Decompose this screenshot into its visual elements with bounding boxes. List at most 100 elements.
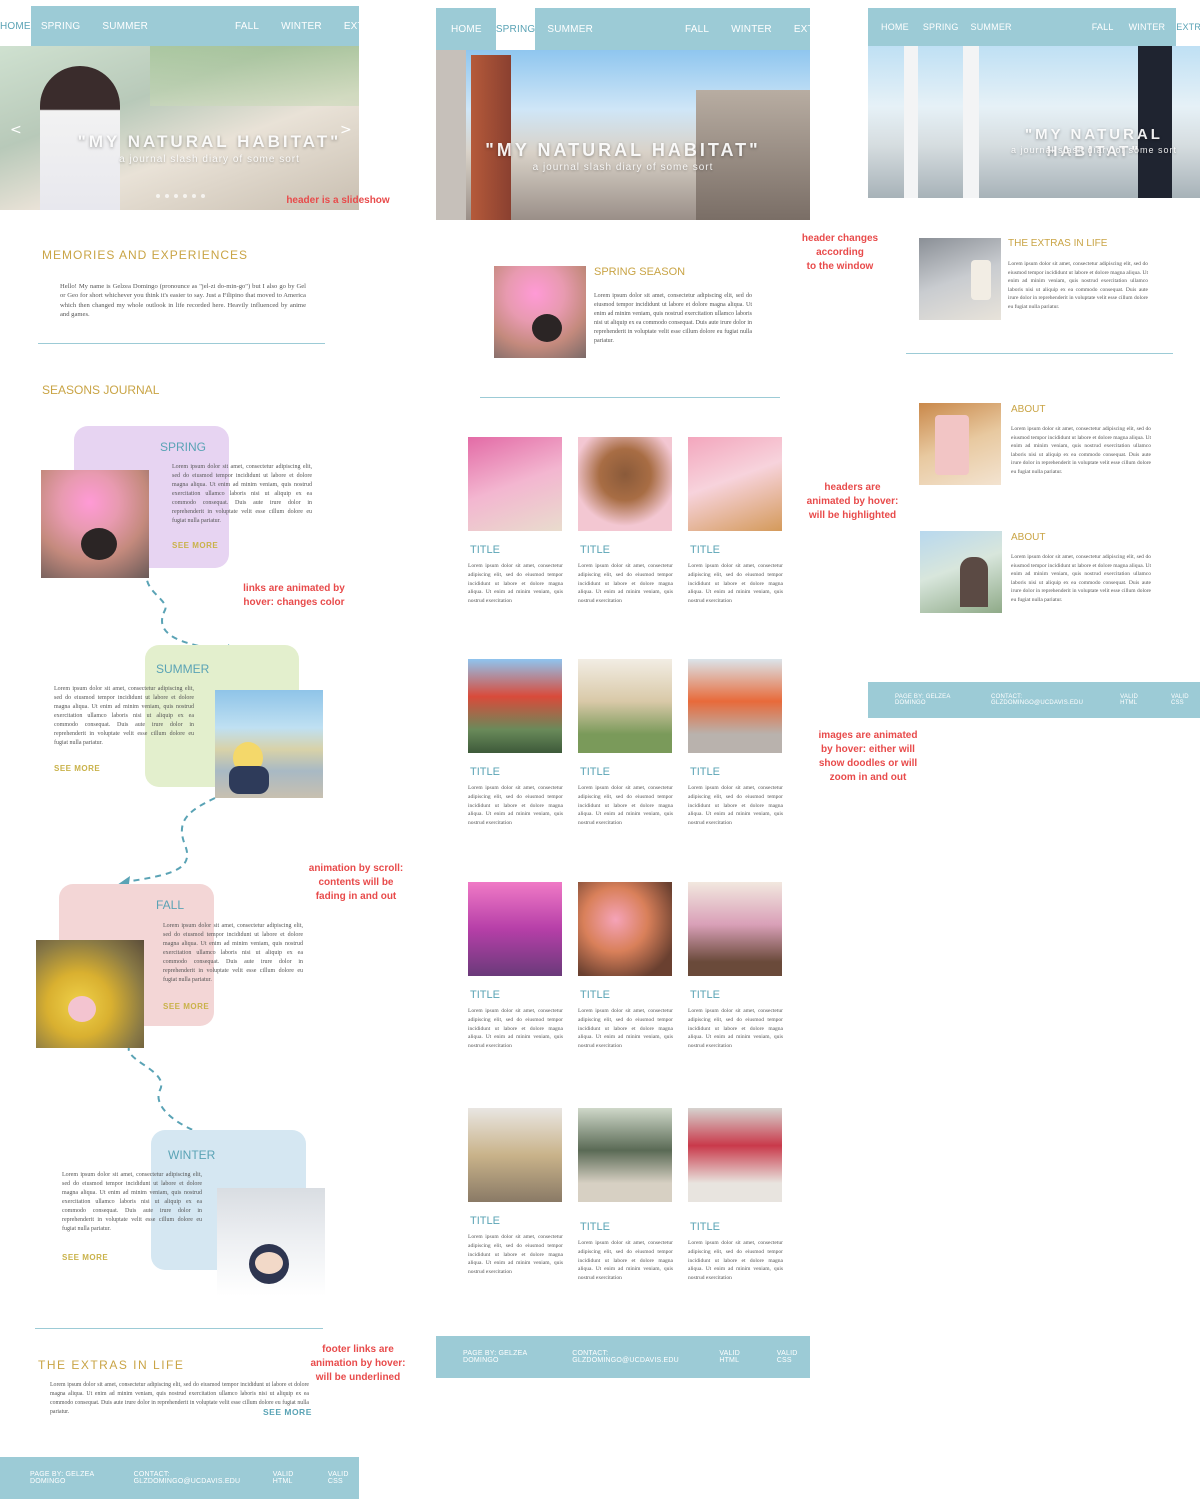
grid-photo[interactable] <box>468 882 562 976</box>
fall-card-title[interactable]: FALL <box>156 898 184 912</box>
summer-card-title[interactable]: SUMMER <box>156 662 209 676</box>
fall-photo[interactable] <box>36 940 144 1048</box>
hero-subtitle: a journal slash diary of some sort <box>532 162 714 173</box>
grid-title[interactable]: TITLE <box>470 544 500 556</box>
grid-title[interactable]: TITLE <box>690 1221 720 1233</box>
footer-valid-css-link[interactable]: VALID CSS <box>328 1471 359 1485</box>
grid-title[interactable]: TITLE <box>580 989 610 1001</box>
note-links-hover: links are animated by hover: changes col… <box>243 583 345 608</box>
footer-contact-link[interactable]: CONTACT: GLZDOMINGO@UCDAVIS.EDU <box>991 694 1102 706</box>
grid-photo[interactable] <box>468 437 562 531</box>
grid-text: Lorem ipsum dolor sit amet, consectetur … <box>688 1008 783 1050</box>
extras-page-text: Lorem ipsum dolor sit amet, consectetur … <box>1008 261 1148 310</box>
hero-subtitle: a journal slash diary of some sort <box>119 154 300 165</box>
grid-photo[interactable] <box>468 1108 562 1202</box>
grid-photo[interactable] <box>688 1108 782 1202</box>
footer-contact-link[interactable]: CONTACT: GLZDOMINGO@UCDAVIS.EDU <box>572 1350 699 1364</box>
grid-text: Lorem ipsum dolor sit amet, consectetur … <box>468 785 563 827</box>
spring-photo[interactable] <box>41 470 149 578</box>
nav-spring[interactable]: SPRING <box>41 21 81 32</box>
grid-text: Lorem ipsum dolor sit amet, consectetur … <box>468 1008 563 1050</box>
extras-see-more[interactable]: SEE MORE <box>263 1407 312 1417</box>
pillar-1 <box>904 46 918 198</box>
clock-tower <box>471 55 511 220</box>
nav-fall[interactable]: FALL <box>685 24 709 35</box>
grid-photo[interactable] <box>688 437 782 531</box>
spring-card-title[interactable]: SPRING <box>160 440 206 454</box>
hero-slide-dots[interactable] <box>156 194 205 198</box>
about-photo-1[interactable] <box>919 403 1001 485</box>
nav-spring[interactable]: SPRING <box>495 8 536 50</box>
grid-photo[interactable] <box>468 659 562 753</box>
extras-page-heading[interactable]: THE EXTRAS IN LIFE <box>1008 238 1107 249</box>
summer-see-more[interactable]: SEE MORE <box>54 764 100 773</box>
grid-photo[interactable] <box>578 882 672 976</box>
spring-season-heading[interactable]: SPRING SEASON <box>594 266 685 278</box>
nav-home[interactable]: HOME <box>0 6 31 46</box>
hero-prev-arrow[interactable]: < <box>10 122 22 138</box>
grid-text: Lorem ipsum dolor sit amet, consectetur … <box>688 563 783 605</box>
footer-contact-link[interactable]: CONTACT: GLZDOMINGO@UCDAVIS.EDU <box>134 1471 253 1485</box>
extra-nav-bar: HOME SPRING SUMMER FALL WINTER EXTRA <box>868 8 1200 46</box>
about-photo-2[interactable] <box>920 531 1002 613</box>
pillar-2 <box>963 46 979 198</box>
nav-summer[interactable]: SUMMER <box>971 22 1012 32</box>
summer-photo[interactable] <box>215 690 323 798</box>
hero-next-arrow[interactable]: > <box>340 122 352 138</box>
grid-photo[interactable] <box>688 659 782 753</box>
nav-extra[interactable]: EXTRA <box>1176 8 1200 46</box>
grid-title[interactable]: TITLE <box>690 766 720 778</box>
grid-title[interactable]: TITLE <box>470 1215 500 1227</box>
footer-valid-css-link[interactable]: VALID CSS <box>777 1350 810 1364</box>
grid-photo[interactable] <box>578 437 672 531</box>
hero-title: "MY NATURAL HABITAT" <box>485 140 761 160</box>
about-heading-2[interactable]: ABOUT <box>1011 532 1045 543</box>
nav-summer[interactable]: SUMMER <box>102 21 148 32</box>
footer-valid-css-link[interactable]: VALID CSS <box>1171 694 1200 706</box>
nav-home[interactable]: HOME <box>451 24 482 35</box>
grid-photo[interactable] <box>688 882 782 976</box>
grid-title[interactable]: TITLE <box>470 989 500 1001</box>
extra-hero[interactable]: "MY NATURAL HABITAT" a journal slash dia… <box>868 46 1200 198</box>
grid-text: Lorem ipsum dolor sit amet, consectetur … <box>578 1008 673 1050</box>
hero-subtitle: a journal slash diary of some sort <box>1010 145 1178 155</box>
grid-title[interactable]: TITLE <box>470 766 500 778</box>
nav-home[interactable]: HOME <box>881 22 909 32</box>
grid-title[interactable]: TITLE <box>690 989 720 1001</box>
nav-extra[interactable]: EXTRA <box>794 24 828 35</box>
extras-photo[interactable] <box>919 238 1001 320</box>
grid-title[interactable]: TITLE <box>580 1221 610 1233</box>
grid-title[interactable]: TITLE <box>580 766 610 778</box>
footer-valid-html-link[interactable]: VALID HTML <box>273 1471 308 1485</box>
nav-winter[interactable]: WINTER <box>1129 22 1166 32</box>
grid-photo[interactable] <box>578 659 672 753</box>
spring-see-more[interactable]: SEE MORE <box>172 541 218 550</box>
nav-winter[interactable]: WINTER <box>731 24 772 35</box>
nav-spring[interactable]: SPRING <box>923 22 959 32</box>
footer-page-by: PAGE BY: GELZEA DOMINGO <box>30 1471 94 1485</box>
spring-divider <box>480 397 780 398</box>
footer-page-by: PAGE BY: GELZEA DOMINGO <box>895 694 951 706</box>
hero-greenery <box>150 46 359 106</box>
nav-fall[interactable]: FALL <box>235 21 259 32</box>
spring-season-photo[interactable] <box>494 266 586 358</box>
home-hero-slideshow[interactable]: "MY NATURAL HABITAT" a journal slash dia… <box>0 46 359 210</box>
grid-photo[interactable] <box>578 1108 672 1202</box>
nav-winter[interactable]: WINTER <box>281 21 322 32</box>
winter-see-more[interactable]: SEE MORE <box>62 1253 108 1262</box>
winter-card-title[interactable]: WINTER <box>168 1148 215 1162</box>
grid-text: Lorem ipsum dolor sit amet, consectetur … <box>468 563 563 605</box>
about-heading-1[interactable]: ABOUT <box>1011 404 1045 415</box>
nav-fall[interactable]: FALL <box>1092 22 1114 32</box>
spring-hero[interactable]: "MY NATURAL HABITAT" a journal slash dia… <box>436 50 810 220</box>
grid-title[interactable]: TITLE <box>690 544 720 556</box>
winter-photo[interactable] <box>217 1188 325 1296</box>
note-footer: footer links are animation by hover: wil… <box>310 1344 406 1383</box>
nav-extra[interactable]: EXTRA <box>344 21 378 32</box>
person-legs <box>1138 46 1172 198</box>
nav-summer[interactable]: SUMMER <box>547 24 593 35</box>
grid-title[interactable]: TITLE <box>580 544 610 556</box>
footer-valid-html-link[interactable]: VALID HTML <box>719 1350 756 1364</box>
footer-valid-html-link[interactable]: VALID HTML <box>1120 694 1153 706</box>
fall-see-more[interactable]: SEE MORE <box>163 1002 209 1011</box>
